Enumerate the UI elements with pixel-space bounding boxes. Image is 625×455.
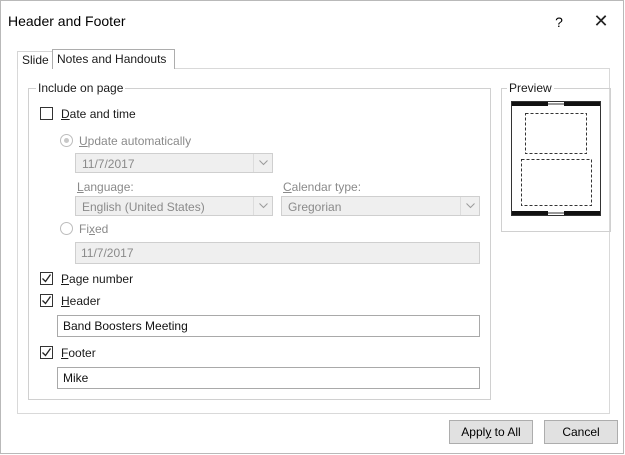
header-label: Header bbox=[61, 294, 101, 308]
checkmark-icon bbox=[42, 296, 52, 305]
date-and-time-checkbox[interactable] bbox=[40, 107, 53, 120]
language-dropdown[interactable]: English (United States) bbox=[75, 196, 273, 216]
date-format-value: 11/7/2017 bbox=[82, 157, 135, 171]
language-value: English (United States) bbox=[82, 200, 205, 214]
help-button[interactable]: ? bbox=[545, 10, 573, 34]
page-number-label: Page number bbox=[61, 272, 134, 286]
update-automatically-label: Update automatically bbox=[79, 134, 192, 148]
footer-text-field[interactable] bbox=[58, 368, 479, 388]
calendar-type-dropdown[interactable]: Gregorian bbox=[281, 196, 480, 216]
checkmark-icon bbox=[42, 348, 52, 357]
fixed-radio[interactable] bbox=[60, 222, 73, 235]
calendar-type-value: Gregorian bbox=[288, 200, 342, 214]
chevron-down-icon bbox=[253, 154, 272, 172]
footer-input[interactable] bbox=[57, 367, 480, 389]
fixed-date-field[interactable] bbox=[76, 243, 479, 263]
header-text-field[interactable] bbox=[58, 316, 479, 336]
cancel-button[interactable]: Cancel bbox=[544, 420, 618, 444]
date-format-dropdown[interactable]: 11/7/2017 bbox=[75, 153, 273, 173]
tab-slide[interactable]: Slide bbox=[17, 51, 53, 69]
checkmark-icon bbox=[42, 274, 52, 283]
header-checkbox[interactable] bbox=[40, 294, 53, 307]
apply-to-all-button[interactable]: Apply to All bbox=[449, 420, 533, 444]
language-label: Language: bbox=[77, 180, 134, 194]
footer-checkbox[interactable] bbox=[40, 346, 53, 359]
chevron-down-icon bbox=[460, 197, 479, 215]
title-bar: Header and Footer ? ✕ bbox=[0, 0, 624, 40]
calendar-type-label: Calendar type: bbox=[283, 180, 362, 194]
update-automatically-radio[interactable] bbox=[60, 134, 73, 147]
date-and-time-label: Date and time bbox=[61, 107, 136, 121]
chevron-down-icon bbox=[253, 197, 272, 215]
page-preview-thumbnail bbox=[511, 101, 601, 219]
footer-label: Footer bbox=[61, 346, 96, 360]
header-input[interactable] bbox=[57, 315, 480, 337]
page-number-checkbox[interactable] bbox=[40, 272, 53, 285]
dialog-title: Header and Footer bbox=[8, 13, 126, 29]
include-on-page-legend: Include on page bbox=[36, 81, 126, 95]
tab-notes-and-handouts[interactable]: Notes and Handouts bbox=[52, 49, 175, 69]
preview-legend: Preview bbox=[507, 81, 554, 95]
close-button[interactable]: ✕ bbox=[585, 8, 617, 34]
fixed-date-input[interactable] bbox=[75, 242, 480, 264]
fixed-label: Fixed bbox=[79, 222, 109, 236]
